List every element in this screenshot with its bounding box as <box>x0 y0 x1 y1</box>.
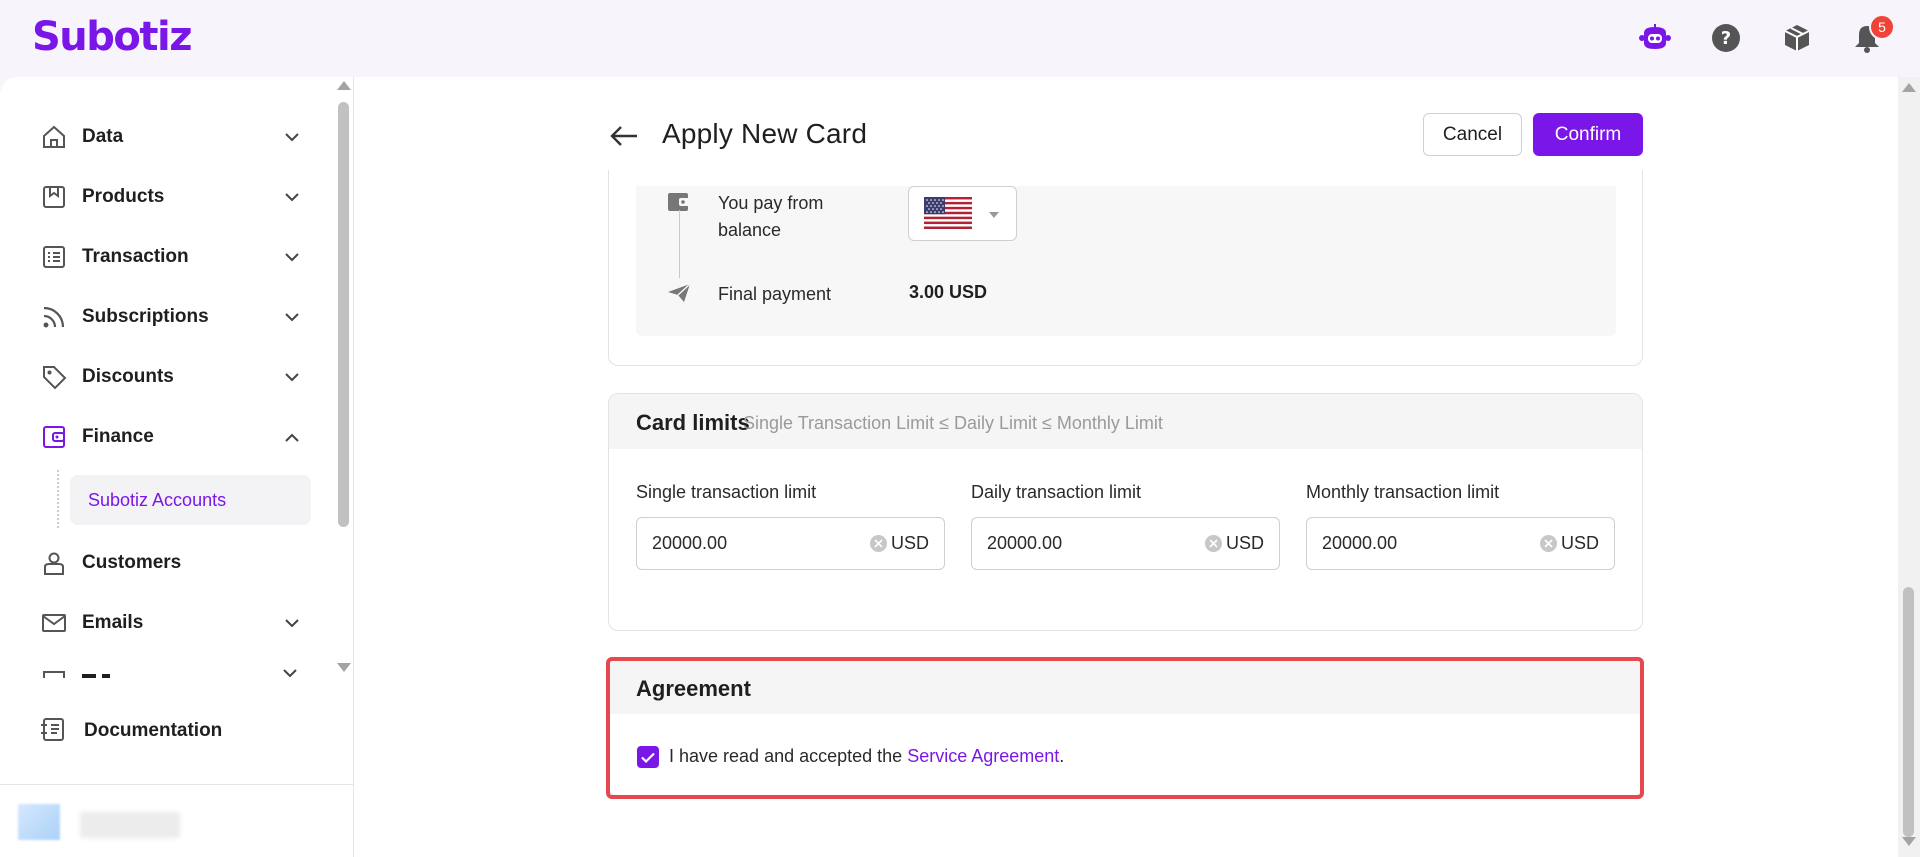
sidebar-divider <box>0 784 354 785</box>
us-flag-icon <box>924 197 972 229</box>
user-icon <box>40 549 68 577</box>
sidebar-item-label: Transaction <box>82 246 189 267</box>
page-title: Apply New Card <box>662 118 868 149</box>
agreement-title: Agreement <box>636 676 751 701</box>
main-scrollbar[interactable] <box>1898 77 1920 857</box>
sidebar-item-clipped <box>40 668 302 678</box>
sidebar-item-documentation[interactable]: Documentation <box>40 709 222 753</box>
service-agreement-link[interactable]: Service Agreement <box>907 746 1059 766</box>
sidebar-item-data[interactable]: Data <box>40 115 302 159</box>
sidebar-item-label: Discounts <box>82 366 174 387</box>
agreement-checkbox[interactable] <box>637 746 659 768</box>
clear-icon[interactable] <box>1540 535 1557 552</box>
tag-icon <box>40 363 68 391</box>
wallet-icon <box>40 423 68 451</box>
caret-down-icon <box>989 212 999 218</box>
card-limits-header: Card limits Single Transaction Limit ≤ D… <box>609 394 1642 449</box>
scroll-thumb[interactable] <box>338 102 349 527</box>
app-logo[interactable]: Subotiz <box>32 14 193 60</box>
top-bar: Subotiz ? 5 <box>0 0 1920 77</box>
rss-icon <box>40 303 68 331</box>
scroll-up-arrow-icon[interactable] <box>1902 83 1916 92</box>
mail-icon <box>40 609 68 637</box>
sidebar-item-label: Products <box>82 186 165 207</box>
product-icon <box>40 183 68 211</box>
agreement-text-prefix: I have read and accepted the <box>669 746 908 766</box>
card-limits-hint: Single Transaction Limit ≤ Daily Limit ≤… <box>743 413 1163 433</box>
agreement-section: Agreement I have read and accepted the S… <box>608 659 1643 796</box>
chevron-down-icon <box>282 247 302 267</box>
monthly-limit-input[interactable]: 20000.00 USD <box>1306 517 1615 570</box>
daily-limit-label: Daily transaction limit <box>971 482 1142 502</box>
sidebar-item-transaction[interactable]: Transaction <box>40 235 302 279</box>
help-icon[interactable]: ? <box>1708 20 1744 56</box>
sidebar-item-label: Finance <box>82 426 154 447</box>
pay-from-label: You pay from balance <box>718 190 823 244</box>
sidebar-item-label: Subscriptions <box>82 306 209 327</box>
chevron-down-icon <box>282 613 302 633</box>
sidebar-subitem-subotiz-accounts[interactable]: Subotiz Accounts <box>70 475 311 525</box>
daily-limit-unit: USD <box>1225 533 1264 553</box>
chevron-down-icon <box>282 127 302 147</box>
checkmark-icon <box>641 752 655 763</box>
package-icon[interactable] <box>1779 20 1815 56</box>
scroll-down-arrow-icon[interactable] <box>1902 837 1916 846</box>
sidebar-item-emails[interactable]: Emails <box>40 601 302 645</box>
final-payment-label: Final payment <box>718 284 832 304</box>
currency-select[interactable] <box>908 186 1017 241</box>
sidebar-item-finance[interactable]: Finance <box>40 415 302 459</box>
svg-text:?: ? <box>1721 28 1731 49</box>
sidebar-item-products[interactable]: Products <box>40 175 302 219</box>
single-limit-input[interactable]: 20000.00 USD <box>636 517 945 570</box>
confirm-button[interactable]: Confirm <box>1533 113 1643 156</box>
single-limit-value: 20000.00 <box>652 533 728 553</box>
single-limit-label: Single transaction limit <box>636 482 817 502</box>
sidebar-item-label: Customers <box>82 552 182 573</box>
agreement-text: I have read and accepted the Service Agr… <box>669 746 1064 767</box>
sidebar-item-label: Emails <box>82 612 144 633</box>
chevron-down-icon <box>282 307 302 327</box>
daily-limit-input[interactable]: 20000.00 USD <box>971 517 1280 570</box>
chevron-down-icon <box>282 187 302 207</box>
notification-badge: 5 <box>1869 14 1895 40</box>
monthly-limit-value: 20000.00 <box>1322 533 1398 553</box>
pay-from-label-line1: You pay from <box>718 193 824 213</box>
single-limit-unit: USD <box>890 533 929 553</box>
back-button[interactable] <box>606 118 642 154</box>
monthly-limit-unit: USD <box>1560 533 1599 553</box>
cancel-button[interactable]: Cancel <box>1423 113 1522 156</box>
sidebar-documentation-label: Documentation <box>84 720 223 741</box>
send-plane-icon <box>667 283 691 308</box>
notification-bell-icon[interactable]: 5 <box>1849 14 1895 56</box>
avatar[interactable] <box>18 804 60 840</box>
chevron-down-icon <box>282 367 302 387</box>
clear-icon[interactable] <box>870 535 887 552</box>
pay-from-label-line2: balance <box>718 220 782 240</box>
scroll-down-arrow-icon[interactable] <box>337 663 351 672</box>
sidebar-item-subscriptions[interactable]: Subscriptions <box>40 295 302 339</box>
agreement-header: Agreement <box>609 660 1642 714</box>
final-payment-value: 3.00 USD <box>909 282 988 302</box>
list-icon <box>40 243 68 271</box>
home-icon <box>40 123 68 151</box>
monthly-limit-label: Monthly transaction limit <box>1306 482 1500 502</box>
sidebar-item-discounts[interactable]: Discounts <box>40 355 302 399</box>
arrow-left-icon <box>610 126 637 146</box>
daily-limit-value: 20000.00 <box>987 533 1063 553</box>
sidebar-scrollbar[interactable] <box>334 77 352 677</box>
account-name-blurred <box>80 812 180 838</box>
agreement-text-suffix: . <box>1059 746 1065 766</box>
assistant-bot-icon[interactable] <box>1637 20 1673 56</box>
sidebar-item-customers[interactable]: Customers <box>40 541 302 585</box>
submenu-guide-line <box>57 470 59 528</box>
step-connector <box>679 210 680 278</box>
chevron-up-icon <box>282 427 302 447</box>
scroll-thumb[interactable] <box>1903 587 1914 837</box>
card-limits-title: Card limits <box>636 410 750 435</box>
clear-icon[interactable] <box>1205 535 1222 552</box>
scroll-up-arrow-icon[interactable] <box>337 81 351 90</box>
sidebar-item-label: Data <box>82 126 124 147</box>
documentation-icon <box>40 716 66 747</box>
card-limits-section: Card limits Single Transaction Limit ≤ D… <box>608 393 1643 631</box>
